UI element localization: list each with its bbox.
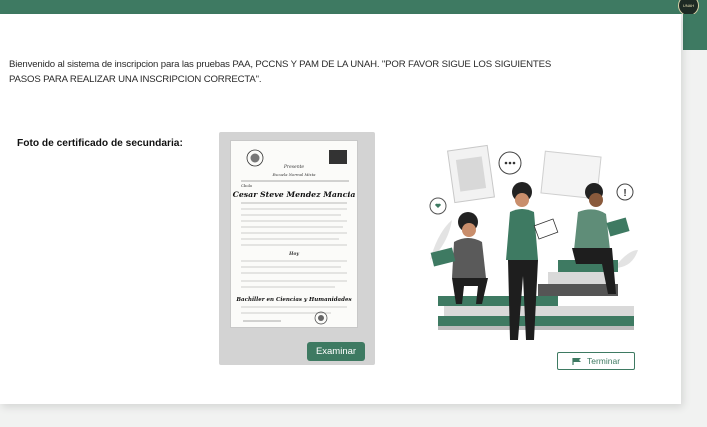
svg-text:!: ! bbox=[623, 188, 626, 199]
certificate-grade: Hoy bbox=[288, 251, 299, 257]
certificate-preview-image: Presente Escuela Normal Mixta Cholo Cesa… bbox=[230, 140, 358, 328]
certificate-student-name: Cesar Steve Mendez Mancia bbox=[233, 190, 356, 199]
certificate-level: Cholo bbox=[241, 183, 253, 188]
certificate-merit: Bachiller en Ciencias y Humanidades bbox=[235, 297, 351, 303]
finish-button[interactable]: Terminar bbox=[557, 352, 635, 370]
browse-button[interactable]: Examinar bbox=[307, 342, 365, 361]
logo-text: UNAH bbox=[682, 2, 695, 8]
students-reading-illustration: ! bbox=[429, 144, 638, 340]
welcome-message: Bienvenido al sistema de inscripcion par… bbox=[9, 59, 552, 85]
certificate-header-text: Presente bbox=[283, 164, 305, 170]
certificate-upload-panel: Presente Escuela Normal Mixta Cholo Cesa… bbox=[219, 132, 375, 365]
finish-button-label: Terminar bbox=[586, 356, 621, 366]
top-bar bbox=[0, 0, 707, 14]
certificate-photo-label: Foto de certificado de secundaria: bbox=[17, 138, 183, 149]
certificate-document: Presente Escuela Normal Mixta Cholo Cesa… bbox=[233, 149, 356, 325]
certificate-school: Escuela Normal Mixta bbox=[272, 172, 317, 177]
side-accent-bar bbox=[683, 14, 707, 50]
flag-icon bbox=[572, 357, 581, 365]
